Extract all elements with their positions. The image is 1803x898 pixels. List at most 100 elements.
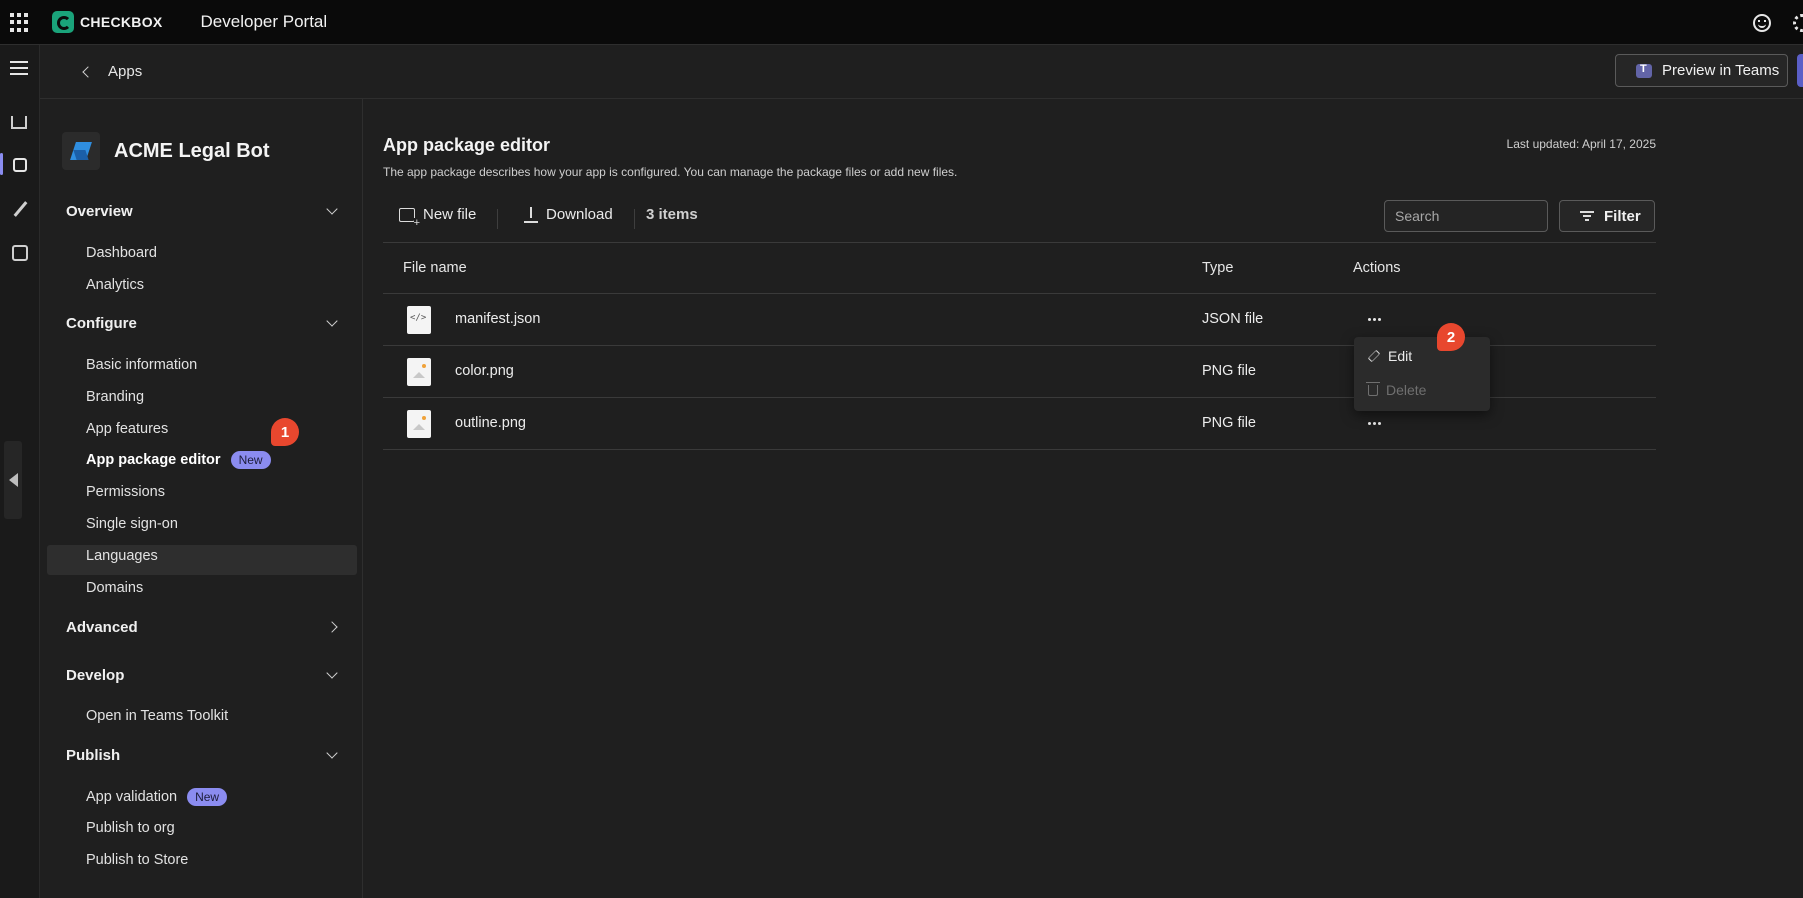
apps-icon[interactable] [10,155,30,175]
chevron-left-icon[interactable] [82,65,94,78]
search-input[interactable] [1384,200,1548,232]
menu-item-edit[interactable]: Edit [1367,348,1413,364]
column-header-file-name[interactable]: File name [403,260,467,276]
section-configure[interactable]: Configure [66,311,346,335]
chevron-down-icon [326,203,338,215]
section-advanced[interactable]: Advanced [66,615,346,639]
pencil-icon [1367,349,1381,363]
subheader: Apps Preview in Teams [40,45,1803,99]
file-type: JSON file [1202,311,1264,327]
items-count: 3 items [646,206,698,223]
column-header-type[interactable]: Type [1202,260,1233,276]
collapse-panel-button[interactable] [4,441,22,519]
section-publish-label: Publish [66,746,121,764]
step-marker-1: 1 [271,418,299,446]
page-description: The app package describes how your app i… [383,165,958,179]
sidebar-item-publish-to-store[interactable]: Publish to Store [86,848,188,872]
new-badge: New [230,451,271,469]
teams-icon [1636,63,1652,78]
more-actions-button[interactable] [1362,310,1386,328]
file-type: PNG file [1202,363,1256,379]
portal-title: Developer Portal [200,12,328,31]
sidebar-item-app-features[interactable]: App features [86,417,168,441]
pen-icon[interactable] [10,200,30,220]
file-name[interactable]: manifest.json [455,311,540,327]
back-to-apps-link[interactable]: Apps [108,63,142,80]
app-header: ACME Legal Bot [62,132,270,170]
new-file-button[interactable]: New file [399,206,477,229]
filter-icon [1580,211,1594,221]
section-develop[interactable]: Develop [66,663,346,687]
sidebar-item-open-in-teams-toolkit[interactable]: Open in Teams Toolkit [86,704,228,728]
toolbar-divider [497,209,498,229]
left-rail [0,45,40,898]
section-configure-label: Configure [66,314,137,332]
brand-name: CHECKBOX [80,14,163,30]
feedback-smiley-icon[interactable] [1753,13,1771,32]
last-updated: Last updated: April 17, 2025 [1506,137,1656,151]
rail-active-indicator [0,153,3,175]
page-title: App package editor [383,135,551,155]
chevron-down-icon [326,747,338,759]
top-bar: CHECKBOX Developer Portal [0,0,1803,45]
image-file-icon [407,358,431,386]
app-launcher-icon[interactable] [10,12,30,32]
file-name[interactable]: color.png [455,363,514,379]
toolbar-divider [634,209,635,229]
column-header-actions: Actions [1353,260,1401,276]
sidebar-item-app-validation[interactable]: App validation New [86,785,228,809]
sidebar-item-analytics[interactable]: Analytics [86,273,144,297]
menu-item-delete: Delete [1366,381,1427,398]
sidebar-item-app-package-editor[interactable]: App package editor New [86,448,271,472]
filter-button[interactable]: Filter [1559,200,1655,232]
step-marker-2: 2 [1437,323,1465,351]
chevron-down-icon [326,315,338,327]
new-badge: New [187,788,228,806]
download-label: Download [546,206,613,223]
file-type: PNG file [1202,415,1256,431]
app-sidebar: ACME Legal Bot Overview Dashboard Analyt… [40,99,363,898]
more-actions-button[interactable] [1362,414,1386,432]
trash-icon [1366,381,1380,396]
menu-item-edit-label: Edit [1388,348,1413,364]
sidebar-item-permissions[interactable]: Permissions [86,480,165,504]
row-actions-menu: Edit Delete [1354,337,1490,411]
json-file-icon [407,306,431,334]
section-overview-label: Overview [66,202,133,220]
sidebar-item-label: App validation [86,789,178,805]
file-name[interactable]: outline.png [455,415,526,431]
sidebar-item-domains[interactable]: Domains [86,576,143,600]
sidebar-item-dashboard[interactable]: Dashboard [86,241,157,265]
chevron-right-icon [326,621,338,633]
section-advanced-label: Advanced [66,618,138,636]
checkbox-logo-icon [52,11,74,33]
home-icon[interactable] [11,116,27,129]
download-button[interactable]: Download [524,206,613,223]
new-file-label: New file [423,206,477,223]
menu-item-delete-label: Delete [1386,382,1427,398]
publish-button-edge[interactable] [1797,54,1803,87]
tools-icon[interactable] [10,243,30,263]
toolbar: New file Download 3 items Filter [383,193,1656,245]
app-logo-icon [62,132,100,170]
brand[interactable]: CHECKBOX [52,11,163,33]
section-publish[interactable]: Publish [66,743,346,767]
preview-in-teams-button[interactable]: Preview in Teams [1615,54,1788,87]
hamburger-menu-icon[interactable] [10,61,30,81]
sidebar-item-branding[interactable]: Branding [86,385,144,409]
image-file-icon [407,410,431,438]
app-name: ACME Legal Bot [114,139,270,162]
sidebar-item-label: App package editor [86,452,221,468]
sidebar-item-basic-information[interactable]: Basic information [86,353,197,377]
new-file-icon [399,207,420,229]
sidebar-item-languages[interactable]: Languages [86,544,158,568]
settings-gear-icon[interactable] [1793,13,1803,32]
download-icon [524,206,538,223]
section-develop-label: Develop [66,666,125,684]
filter-label: Filter [1604,207,1641,225]
sidebar-item-single-sign-on[interactable]: Single sign-on [86,512,178,536]
chevron-down-icon [326,667,338,679]
section-overview[interactable]: Overview [66,199,346,223]
sidebar-item-publish-to-org[interactable]: Publish to org [86,816,175,840]
preview-label: Preview in Teams [1662,62,1780,79]
